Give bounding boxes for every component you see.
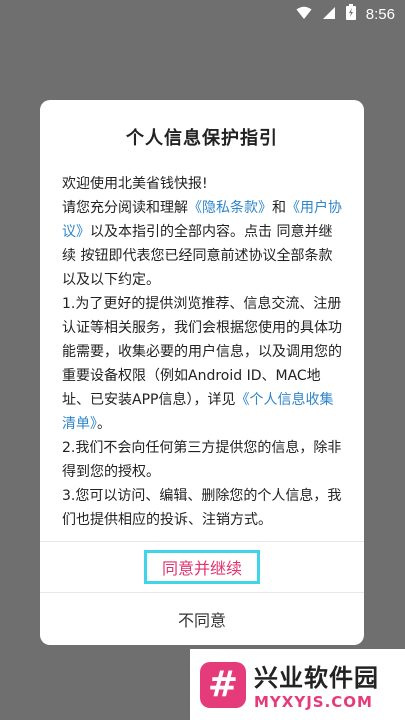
disagree-button[interactable]: 不同意 [40,593,364,645]
signal-icon [322,5,336,24]
status-bar: 8:56 [0,0,405,28]
term-item-1: 1.为了更好的提供浏览推荐、信息交流、注册认证等相关服务，我们会根据您使用的具体… [62,292,342,436]
watermark-name-en: MYXYJS.COM [254,693,373,711]
privacy-dialog: 个人信息保护指引 欢迎使用北美省钱快报! 请您充分阅读和理解《隐私条款》和《用户… [40,100,364,645]
conjunction-text: 和 [272,200,286,216]
agree-button-row: 同意并继续 [40,542,364,592]
watermark-name-cn: 兴业软件园 [254,664,379,692]
term-item-3: 3.您可以访问、编辑、删除您的个人信息，我们也提供相应的投诉、注销方式。 [62,488,342,528]
agreement-paragraph: 请您充分阅读和理解《隐私条款》和《用户协议》以及本指引的全部内容。点击 同意并继… [62,196,342,292]
dialog-body: 欢迎使用北美省钱快报! 请您充分阅读和理解《隐私条款》和《用户协议》以及本指引的… [62,172,342,532]
paragraph-text: 以及本指引的全部内容。点击 同意并继续 按钮即代表您已经同意前述协议全部条款以及… [62,224,333,288]
paragraph-text: 请您充分阅读和理解 [62,200,188,216]
battery-icon [345,4,356,24]
wifi-icon [296,5,312,24]
watermark-logo: # [200,661,246,708]
agree-continue-button[interactable]: 同意并继续 [144,550,260,584]
watermark: # 兴业软件园 MYXYJS.COM [190,649,405,720]
greeting-text: 欢迎使用北美省钱快报! [62,176,208,192]
dialog-title: 个人信息保护指引 [126,128,278,149]
term-text: 。 [97,416,111,432]
watermark-text: 兴业软件园 MYXYJS.COM [254,658,379,711]
status-time: 8:56 [365,5,395,23]
term-item-2: 2.我们不会向任何第三方提供您的信息，除非得到您的授权。 [62,440,342,480]
privacy-policy-link[interactable]: 《隐私条款》 [188,200,272,216]
